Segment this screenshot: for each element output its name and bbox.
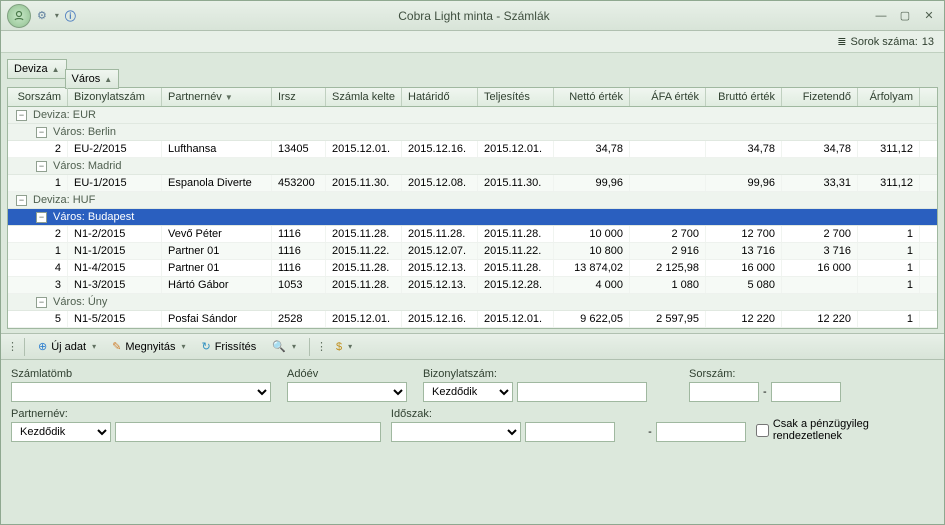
row-count-label: Sorok száma:: [851, 36, 918, 48]
table-row[interactable]: 2N1-2/2015Vevő Péter11162015.11.28.2015.…: [8, 226, 937, 243]
grid-body: −Deviza: EUR −Város: Berlin 2EU-2/2015Lu…: [8, 107, 937, 328]
search-button[interactable]: 🔍 ▾: [265, 337, 303, 356]
toolbar-menu-icon[interactable]: ⋮: [316, 340, 327, 353]
chevron-down-icon[interactable]: ▾: [292, 342, 296, 351]
status-strip: ≣ Sorok száma: 13: [1, 31, 944, 53]
table-row[interactable]: 2EU-2/2015Lufthansa134052015.12.01.2015.…: [8, 141, 937, 158]
open-button[interactable]: ✎ Megnyitás ▾: [105, 337, 192, 356]
unpaid-only-label: Csak a pénzügyileg rendezetlenek: [773, 418, 939, 442]
col-sorszam[interactable]: Sorszám: [8, 88, 68, 106]
bizonylat-input[interactable]: [517, 382, 647, 402]
label-szamlatomb: Számlatömb: [11, 368, 271, 380]
row-count-value: 13: [922, 36, 934, 48]
dash-label: -: [648, 426, 652, 438]
idoszak-select[interactable]: [391, 422, 521, 442]
collapse-icon[interactable]: −: [16, 110, 27, 121]
col-partner[interactable]: Partnernév▼: [162, 88, 272, 106]
grid-header: Sorszám Bizonylatszám Partnernév▼ Irsz S…: [8, 88, 937, 107]
plus-icon: ⊕: [38, 340, 47, 353]
search-icon: 🔍: [272, 340, 286, 353]
idoszak-from-input[interactable]: [525, 422, 615, 442]
titlebar: ⚙ ▾ ⓘ Cobra Light minta - Számlák — ▢ ✕: [1, 1, 944, 31]
chevron-down-icon[interactable]: ▾: [348, 342, 352, 351]
group-row-varos-budapest[interactable]: −Város: Budapest: [8, 209, 937, 226]
gear-icon[interactable]: ⚙: [37, 9, 47, 22]
col-brutto[interactable]: Bruttó érték: [706, 88, 782, 106]
group-chip-varos[interactable]: Város▲: [65, 69, 120, 89]
minimize-button[interactable]: —: [872, 9, 890, 23]
collapse-icon[interactable]: −: [16, 195, 27, 206]
label-idoszak: Időszak:: [391, 408, 638, 420]
dash-label: -: [763, 386, 767, 398]
new-button[interactable]: ⊕ Új adat ▾: [31, 337, 103, 356]
group-row-varos-berlin[interactable]: −Város: Berlin: [8, 124, 937, 141]
row-count-icon: ≣: [837, 35, 846, 48]
pencil-icon: ✎: [112, 340, 121, 353]
group-chip-label: Város: [72, 73, 101, 85]
label-adoev: Adóév: [287, 368, 407, 380]
col-fizetendo[interactable]: Fizetendő: [782, 88, 858, 106]
refresh-button-label: Frissítés: [215, 341, 257, 353]
group-row-varos-madrid[interactable]: −Város: Madrid: [8, 158, 937, 175]
col-bizonylat[interactable]: Bizonylatszám: [68, 88, 162, 106]
partner-input[interactable]: [115, 422, 381, 442]
grouping-bar: Deviza▲ Város▲: [1, 53, 944, 87]
table-row[interactable]: 3N1-3/2015Hártó Gábor10532015.11.28.2015…: [8, 277, 937, 294]
col-kelte[interactable]: Számla kelte: [326, 88, 402, 106]
col-irsz[interactable]: Irsz: [272, 88, 326, 106]
label-sorszam: Sorszám:: [689, 368, 939, 380]
group-row-varos-uny[interactable]: −Város: Úny: [8, 294, 937, 311]
group-chip-label: Deviza: [14, 63, 48, 75]
sorszam-from-input[interactable]: [689, 382, 759, 402]
maximize-button[interactable]: ▢: [896, 9, 914, 23]
filter-panel: Számlatömb Adóév Bizonylatszám: Kezdődik…: [1, 360, 944, 450]
open-button-label: Megnyitás: [125, 341, 175, 353]
toolbar: ⋮ ⊕ Új adat ▾ ✎ Megnyitás ▾ ↻ Frissítés …: [1, 333, 944, 360]
data-grid: Sorszám Bizonylatszám Partnernév▼ Irsz S…: [7, 87, 938, 329]
window-title: Cobra Light minta - Számlák: [76, 9, 872, 23]
sort-asc-icon: ▲: [52, 65, 60, 74]
money-icon: $: [336, 341, 342, 353]
info-icon[interactable]: ⓘ: [65, 8, 76, 24]
gear-dropdown-icon[interactable]: ▾: [55, 11, 59, 20]
table-row[interactable]: 4N1-4/2015Partner 0111162015.11.28.2015.…: [8, 260, 937, 277]
col-afa[interactable]: ÁFA érték: [630, 88, 706, 106]
table-row[interactable]: 5N1-5/2015Posfai Sándor25282015.12.01.20…: [8, 311, 937, 328]
label-partnernev: Partnernév:: [11, 408, 381, 420]
sort-asc-icon: ▲: [104, 75, 112, 84]
table-row[interactable]: 1EU-1/2015Espanola Diverte4532002015.11.…: [8, 175, 937, 192]
collapse-icon[interactable]: −: [36, 297, 47, 308]
idoszak-to-input[interactable]: [656, 422, 746, 442]
group-row-deviza-eur[interactable]: −Deviza: EUR: [8, 107, 937, 124]
collapse-icon[interactable]: −: [36, 212, 47, 223]
table-row[interactable]: 1N1-1/2015Partner 0111162015.11.22.2015.…: [8, 243, 937, 260]
unpaid-only-checkbox[interactable]: Csak a pénzügyileg rendezetlenek: [756, 418, 939, 442]
unpaid-only-check[interactable]: [756, 424, 769, 437]
col-netto[interactable]: Nettó érték: [554, 88, 630, 106]
chevron-down-icon[interactable]: ▾: [181, 342, 185, 351]
toolbar-menu-icon[interactable]: ⋮: [7, 340, 18, 353]
partner-mode-select[interactable]: Kezdődik: [11, 422, 111, 442]
refresh-button[interactable]: ↻ Frissítés: [194, 337, 263, 356]
app-logo-icon: [7, 4, 31, 28]
refresh-icon: ↻: [201, 340, 210, 353]
close-button[interactable]: ✕: [920, 9, 938, 23]
sorszam-to-input[interactable]: [771, 382, 841, 402]
group-row-deviza-huf[interactable]: −Deviza: HUF: [8, 192, 937, 209]
col-hatarido[interactable]: Határidő: [402, 88, 478, 106]
chevron-down-icon[interactable]: ▾: [92, 342, 96, 351]
col-arfolyam[interactable]: Árfolyam: [858, 88, 920, 106]
collapse-icon[interactable]: −: [36, 127, 47, 138]
szamlatomb-select[interactable]: [11, 382, 271, 402]
collapse-icon[interactable]: −: [36, 161, 47, 172]
col-teljesites[interactable]: Teljesítés: [478, 88, 554, 106]
sort-desc-icon: ▼: [225, 93, 233, 102]
new-button-label: Új adat: [51, 341, 86, 353]
money-button[interactable]: $ ▾: [329, 338, 359, 356]
bizonylat-mode-select[interactable]: Kezdődik: [423, 382, 513, 402]
label-bizonylat: Bizonylatszám:: [423, 368, 673, 380]
group-chip-deviza[interactable]: Deviza ▲: [7, 59, 67, 79]
adoev-select[interactable]: [287, 382, 407, 402]
